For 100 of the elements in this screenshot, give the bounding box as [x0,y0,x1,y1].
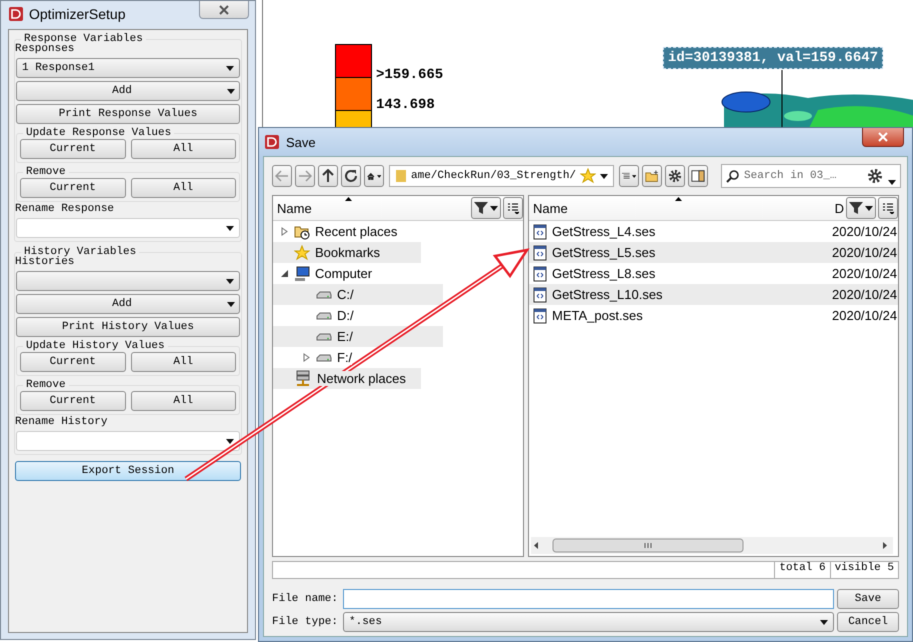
window-title: OptimizerSetup [29,6,126,22]
caret-icon [632,174,636,178]
file-date: 2020/10/24 [832,287,898,302]
dialog-title: Save [286,134,317,150]
home-button[interactable] [364,165,384,187]
field-label: File type: [272,616,340,628]
back-button[interactable] [272,165,292,187]
add-button[interactable]: Add [16,294,240,314]
sort-arrow-icon [675,197,682,201]
filter-icon [474,202,488,214]
caret-icon [888,180,896,185]
status-count: total 6 [774,562,830,578]
close-button[interactable] [199,1,249,19]
columns-icon [882,202,894,214]
columns-button[interactable] [878,197,898,219]
settings-icon[interactable] [867,168,884,184]
remove-button[interactable]: All [130,391,236,411]
caret-icon [490,206,498,210]
up-button[interactable] [318,165,338,187]
expand-arrow-icon[interactable] [281,227,288,236]
new-folder-icon [645,168,660,184]
remove-button[interactable]: Current [20,178,126,198]
tree-item[interactable]: E:/ [337,329,353,344]
update-button[interactable]: Current [20,139,126,159]
forward-arrow-icon [298,170,312,182]
script-file-icon [533,224,547,240]
file-name[interactable]: GetStress_L4.ses [552,224,827,239]
update-button[interactable]: Current [20,352,126,372]
file-name[interactable]: GetStress_L8.ses [552,266,827,281]
caret-icon [226,226,234,230]
filter-button[interactable] [471,197,501,219]
file-type-dropdown[interactable]: *.ses [343,612,834,632]
search-icon [726,170,740,183]
save-button[interactable]: Save [837,589,899,609]
side-panel-button[interactable] [688,165,708,187]
legend-value: >159.665 [376,67,444,83]
status-count: visible 5 [830,562,898,578]
tree-item[interactable]: F:/ [337,350,352,365]
columns-button[interactable] [503,197,523,219]
remove-button[interactable]: Current [20,391,126,411]
horizontal-scrollbar[interactable] [531,537,893,554]
tree-item[interactable]: Bookmarks [315,245,380,260]
remove-button[interactable]: All [130,178,236,198]
column-header[interactable]: Name [533,200,833,216]
path-field[interactable]: ame/CheckRun/03_Strength/ [389,165,614,187]
file-name[interactable]: META_post.ses [552,308,827,323]
filter-icon [849,202,863,214]
search-field[interactable]: Search in 03_… [721,164,902,188]
refresh-button[interactable] [341,165,361,187]
network-icon [294,370,312,388]
print-values-button[interactable]: Print History Values [16,317,240,337]
caret-icon [226,66,234,70]
tree-item[interactable]: Recent places [315,224,398,239]
close-icon [878,132,888,142]
bookmark-star-icon [580,168,596,184]
variable-dropdown[interactable]: 1 Response1 [16,58,240,78]
print-values-button[interactable]: Print Response Values [16,104,240,124]
close-button[interactable] [862,128,904,147]
legend-value: 143.698 [376,97,436,113]
column-header[interactable]: D [834,200,844,216]
variable-dropdown[interactable] [16,271,240,291]
filter-button[interactable] [846,197,876,219]
script-file-icon [533,244,547,260]
file-date: 2020/10/24 [832,266,898,281]
tree-item[interactable]: Computer [315,266,372,281]
computer-icon [294,266,310,282]
field-label: Histories [15,256,76,268]
tree-item[interactable]: Network places [317,371,406,386]
cancel-button[interactable]: Cancel [837,612,899,632]
probe-label: id=30139381, val=159.6647 [663,47,884,69]
back-arrow-icon [275,170,289,182]
view-mode-button[interactable] [619,165,640,187]
script-file-icon [533,308,547,324]
export-session-button[interactable]: Export Session [15,461,241,481]
sort-arrow-icon [345,197,352,201]
group-title: Remove [25,379,67,391]
group-title: History Variables [24,246,138,258]
tree-item[interactable]: D:/ [337,308,354,323]
update-button[interactable]: All [130,352,236,372]
field-label: Responses [15,43,74,55]
caret-icon [865,206,873,210]
refresh-icon [344,169,358,183]
file-name-field[interactable] [343,589,834,609]
field-label: Rename History [15,416,108,428]
file-date: 2020/10/24 [832,308,898,323]
tree-item[interactable]: C:/ [337,287,354,302]
file-name[interactable]: GetStress_L5.ses [552,245,827,260]
file-name[interactable]: GetStress_L10.ses [552,287,827,302]
new-folder-button[interactable] [642,165,662,187]
update-button[interactable]: All [130,139,236,159]
columns-icon [507,202,519,214]
field-label: File name: [272,593,340,605]
script-file-icon [533,286,547,302]
collapse-arrow-icon[interactable] [281,270,288,277]
expand-arrow-icon[interactable] [303,353,310,362]
caret-icon [226,278,234,284]
add-button[interactable]: Add [16,81,240,101]
settings-button[interactable] [665,165,686,187]
caret-icon [820,620,828,624]
up-arrow-icon [322,169,334,183]
